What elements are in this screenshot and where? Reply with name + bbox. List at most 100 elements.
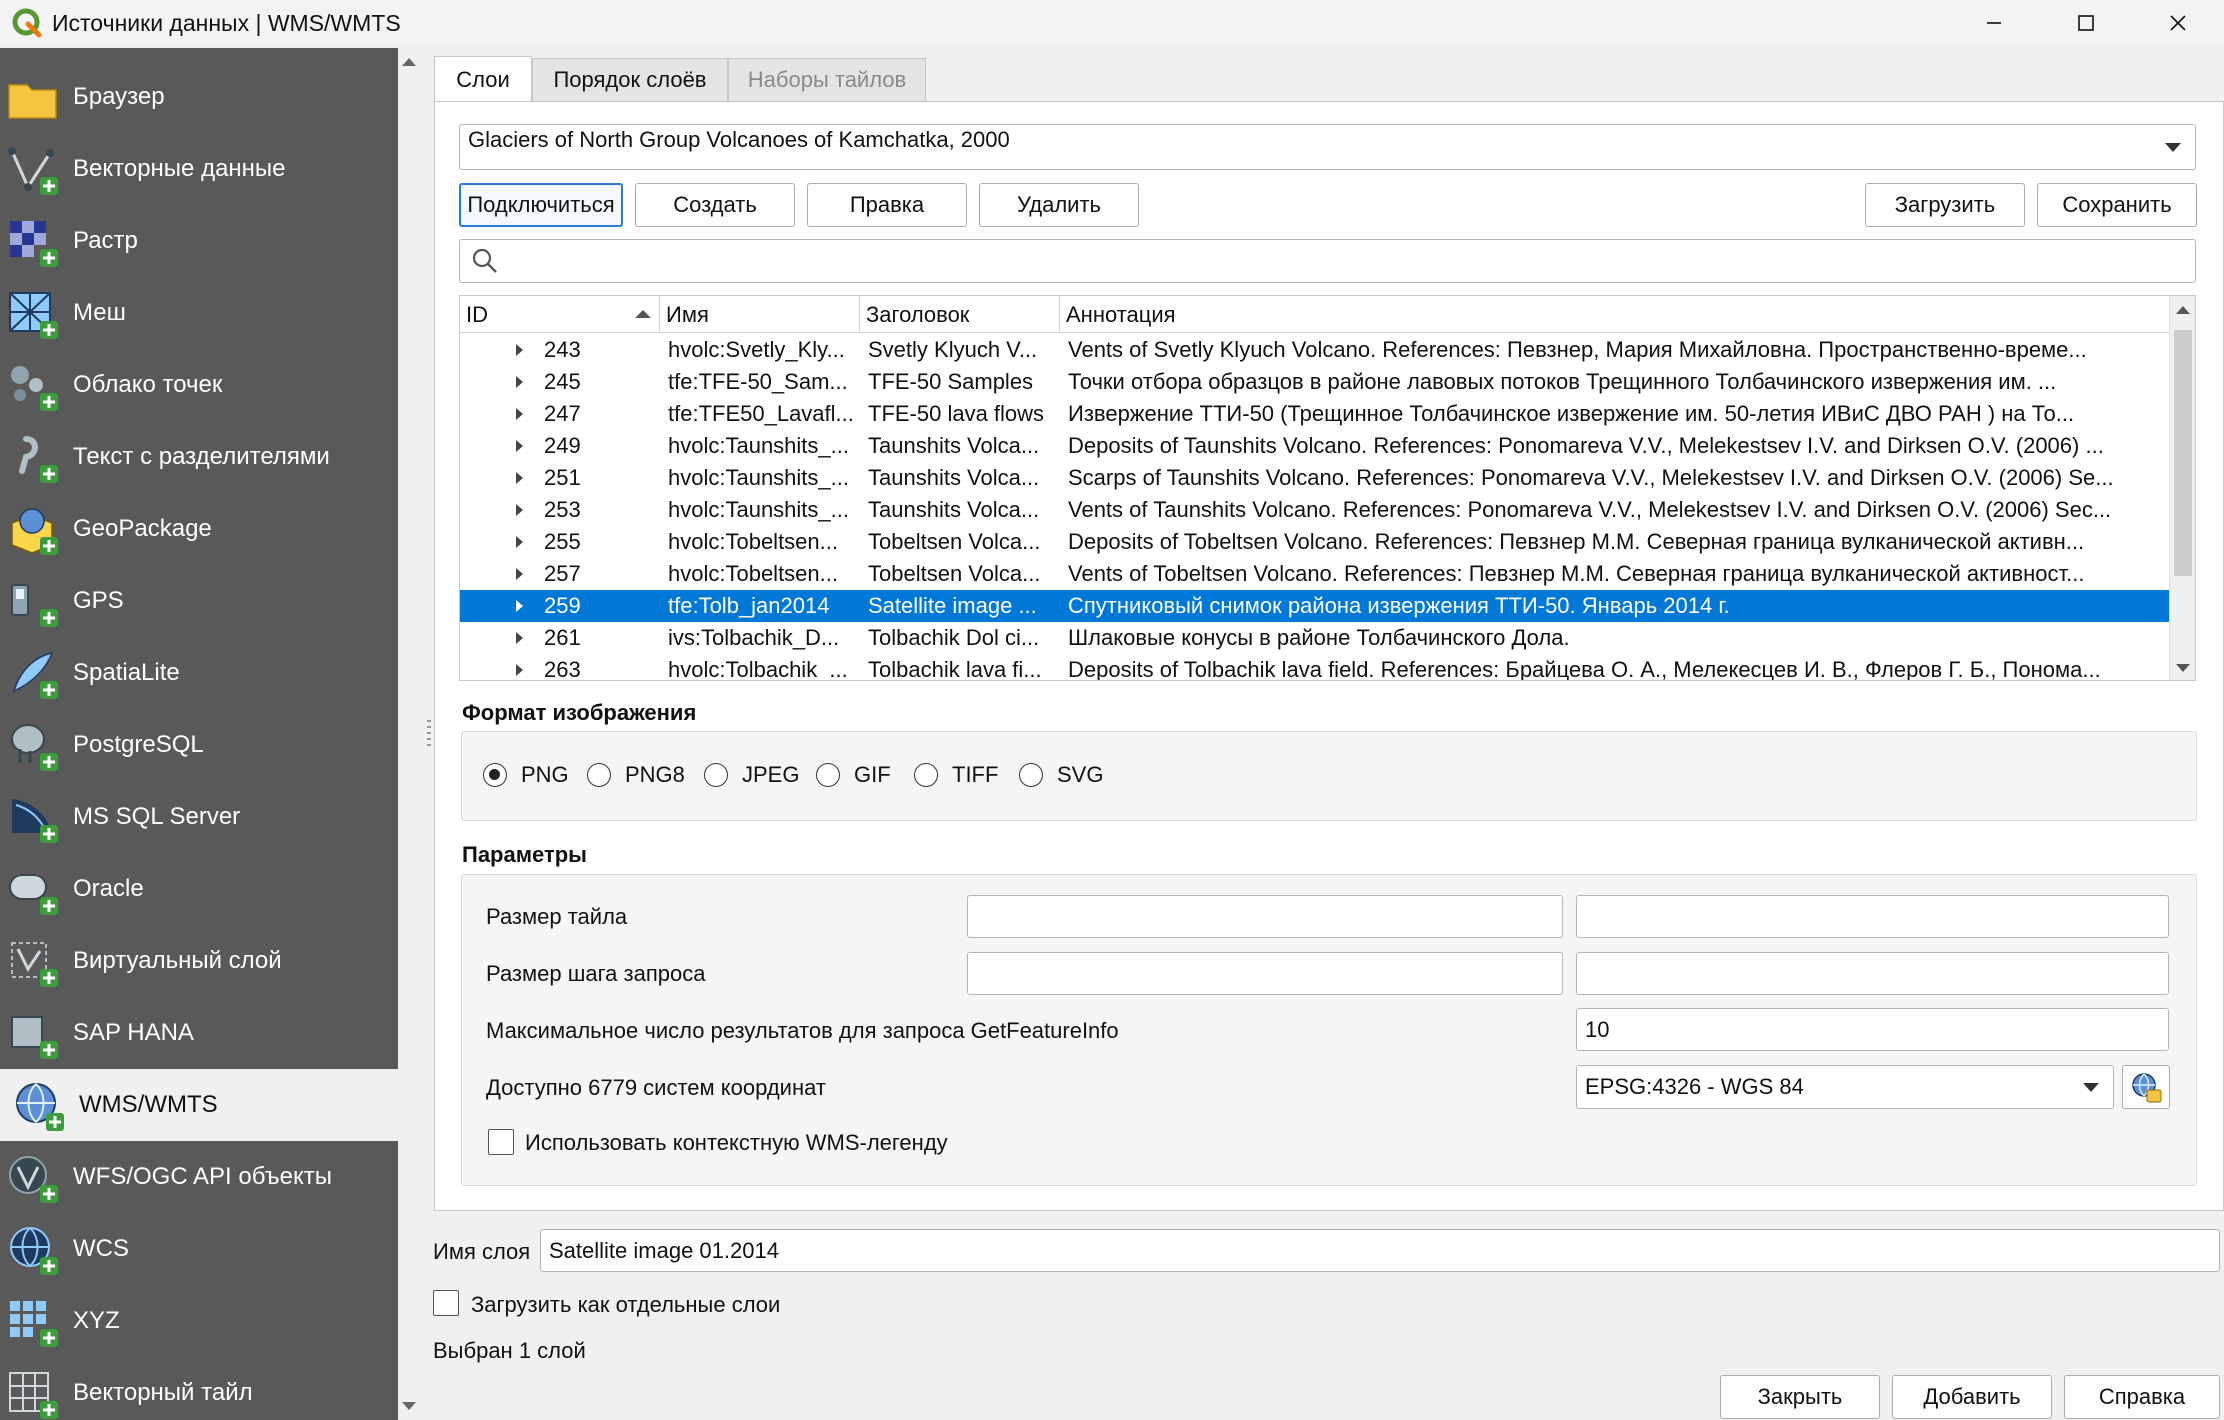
column-header-title[interactable]: Заголовок	[860, 296, 1060, 333]
format-radio-gif[interactable]: GIF	[816, 762, 891, 788]
format-radio-svg[interactable]: SVG	[1019, 762, 1103, 788]
table-row-selected[interactable]: 259 tfe:Tolb_jan2014 Satellite image ...…	[460, 590, 2170, 622]
expand-arrow-icon[interactable]	[516, 408, 523, 420]
expand-arrow-icon[interactable]	[516, 664, 523, 676]
scroll-up-arrow-icon[interactable]	[2176, 306, 2190, 314]
sidebar-item-geopackage[interactable]: GeoPackage	[0, 493, 398, 565]
tile-width-input[interactable]	[967, 895, 1563, 938]
close-button[interactable]: Закрыть	[1720, 1375, 1880, 1419]
column-header-name[interactable]: Имя	[660, 296, 860, 333]
sidebar-item-mssql[interactable]: MS SQL Server	[0, 781, 398, 853]
expand-arrow-icon[interactable]	[516, 536, 523, 548]
sidebar-item-vector-tile[interactable]: Векторный тайл	[0, 1357, 398, 1420]
sort-ascending-icon	[635, 310, 651, 318]
format-radio-png8[interactable]: PNG8	[587, 762, 685, 788]
mesh-layer-icon	[9, 292, 58, 339]
splitter-handle[interactable]	[427, 720, 431, 750]
step-width-input[interactable]	[967, 952, 1563, 995]
tab-layer-order[interactable]: Порядок слоёв	[532, 58, 728, 102]
table-row[interactable]: 263 hvolc:Tolbachik_... Tolbachik lava f…	[460, 654, 2170, 680]
expand-arrow-icon[interactable]	[516, 440, 523, 452]
radio-button[interactable]	[587, 763, 611, 787]
scroll-down-arrow-icon[interactable]	[402, 1402, 416, 1410]
sidebar-item-wfs[interactable]: WFS/OGC API объекты	[0, 1141, 398, 1213]
radio-button[interactable]	[1019, 763, 1043, 787]
radio-button[interactable]	[483, 763, 507, 787]
table-row[interactable]: 245 tfe:TFE-50_Sam... TFE-50 Samples Точ…	[460, 366, 2170, 398]
load-button[interactable]: Загрузить	[1865, 183, 2025, 227]
format-radio-tiff[interactable]: TIFF	[914, 762, 998, 788]
layer-name-input[interactable]: Satellite image 01.2014	[540, 1229, 2220, 1272]
sidebar-item-wms[interactable]: WMS/WMTS	[0, 1069, 398, 1141]
radio-button[interactable]	[704, 763, 728, 787]
minimize-button[interactable]	[1948, 0, 2040, 46]
table-row[interactable]: 261 ivs:Tolbachik_D... Tolbachik Dol ci.…	[460, 622, 2170, 654]
edit-button[interactable]: Правка	[807, 183, 967, 227]
connect-button[interactable]: Подключиться	[459, 183, 623, 227]
table-row[interactable]: 251 hvolc:Taunshits_... Taunshits Volca.…	[460, 462, 2170, 494]
contextual-legend-checkbox[interactable]	[488, 1129, 514, 1155]
step-height-input[interactable]	[1576, 952, 2169, 995]
expand-arrow-icon[interactable]	[516, 632, 523, 644]
column-header-id[interactable]: ID	[460, 296, 660, 333]
separate-layers-label: Загрузить как отдельные слои	[471, 1292, 781, 1317]
sidebar-scrollbar[interactable]	[398, 48, 420, 1420]
table-scrollbar[interactable]	[2169, 296, 2195, 680]
expand-arrow-icon[interactable]	[516, 600, 523, 612]
format-radio-jpeg[interactable]: JPEG	[704, 762, 799, 788]
sidebar-item-xyz[interactable]: XYZ	[0, 1285, 398, 1357]
sidebar-item-oracle[interactable]: Oracle	[0, 853, 398, 925]
table-row[interactable]: 249 hvolc:Taunshits_... Taunshits Volca.…	[460, 430, 2170, 462]
sidebar-item-wcs[interactable]: WCS	[0, 1213, 398, 1285]
delete-button[interactable]: Удалить	[979, 183, 1139, 227]
radio-button[interactable]	[914, 763, 938, 787]
geopackage-icon	[11, 508, 58, 555]
separate-layers-checkbox[interactable]	[433, 1290, 459, 1316]
sidebar-item-delimited-text[interactable]: Текст с разделителями	[0, 421, 398, 493]
sidebar-item-spatialite[interactable]: SpatiaLite	[0, 637, 398, 709]
scroll-up-arrow-icon[interactable]	[402, 58, 416, 66]
sidebar-item-virtual-layer[interactable]: Виртуальный слой	[0, 925, 398, 997]
create-button[interactable]: Создать	[635, 183, 795, 227]
tab-tilesets: Наборы тайлов	[728, 58, 926, 102]
scrollbar-thumb[interactable]	[2174, 330, 2192, 576]
tab-layers[interactable]: Слои	[434, 56, 532, 102]
table-row[interactable]: 253 hvolc:Taunshits_... Taunshits Volca.…	[460, 494, 2170, 526]
table-row[interactable]: 257 hvolc:Tobeltsen... Tobeltsen Volca..…	[460, 558, 2170, 590]
spatialite-icon	[12, 651, 58, 699]
expand-arrow-icon[interactable]	[516, 568, 523, 580]
crs-selector-button[interactable]	[2122, 1065, 2170, 1109]
table-row[interactable]: 247 tfe:TFE50_Lavafl... TFE-50 lava flow…	[460, 398, 2170, 430]
expand-arrow-icon[interactable]	[516, 344, 523, 356]
expand-arrow-icon[interactable]	[516, 472, 523, 484]
sidebar-item-pointcloud[interactable]: Облако точек	[0, 349, 398, 421]
expand-arrow-icon[interactable]	[516, 504, 523, 516]
connection-select[interactable]: Glaciers of North Group Volcanoes of Kam…	[459, 124, 2196, 170]
tile-height-input[interactable]	[1576, 895, 2169, 938]
sidebar-item-vector[interactable]: Векторные данные	[0, 133, 398, 205]
max-results-input[interactable]: 10	[1576, 1008, 2169, 1051]
sidebar-item-mesh[interactable]: Меш	[0, 277, 398, 349]
add-button[interactable]: Добавить	[1892, 1375, 2052, 1419]
max-results-label: Максимальное число результатов для запро…	[486, 1018, 1119, 1043]
format-radio-png[interactable]: PNG	[483, 762, 569, 788]
radio-button[interactable]	[816, 763, 840, 787]
table-row[interactable]: 255 hvolc:Tobeltsen... Tobeltsen Volca..…	[460, 526, 2170, 558]
help-button[interactable]: Справка	[2064, 1375, 2220, 1419]
close-window-button[interactable]	[2132, 0, 2224, 46]
search-input[interactable]	[459, 239, 2196, 283]
sidebar-item-gps[interactable]: GPS	[0, 565, 398, 637]
scroll-down-arrow-icon[interactable]	[2176, 664, 2190, 672]
sidebar-item-browser[interactable]: Браузер	[0, 61, 398, 133]
gps-icon	[11, 584, 58, 627]
table-row[interactable]: 243 hvolc:Svetly_Kly... Svetly Klyuch V.…	[460, 334, 2170, 366]
sidebar-item-sap-hana[interactable]: SAP HANA	[0, 997, 398, 1069]
maximize-button[interactable]	[2040, 0, 2132, 46]
crs-count-label: Доступно 6779 систем координат	[486, 1075, 826, 1100]
sidebar-item-raster[interactable]: Растр	[0, 205, 398, 277]
crs-select[interactable]: EPSG:4326 - WGS 84	[1576, 1065, 2114, 1109]
column-header-abstract[interactable]: Аннотация	[1060, 296, 2170, 333]
expand-arrow-icon[interactable]	[516, 376, 523, 388]
save-button[interactable]: Сохранить	[2037, 183, 2197, 227]
sidebar-item-postgresql[interactable]: PostgreSQL	[0, 709, 398, 781]
